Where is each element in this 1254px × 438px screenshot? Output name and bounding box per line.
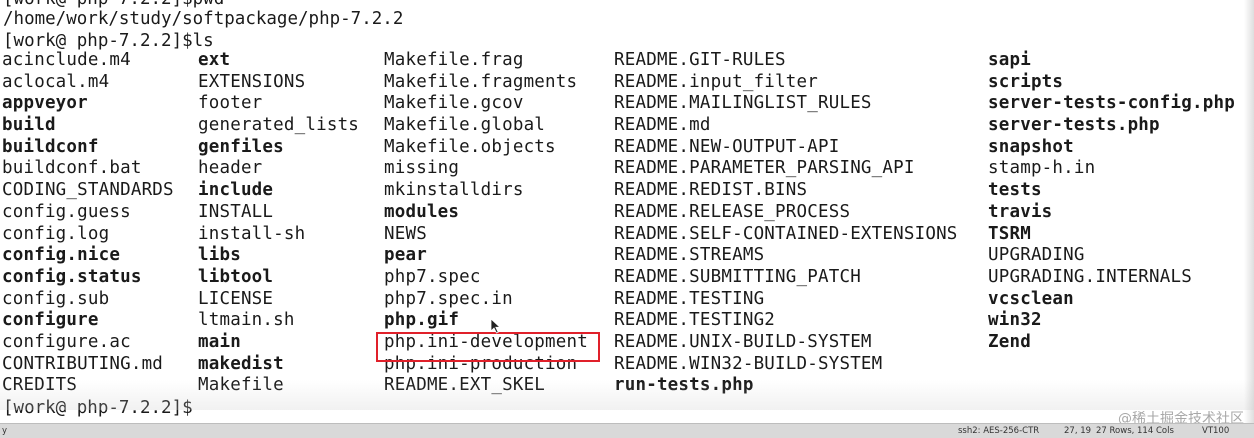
ls-entry-file: install-sh [198, 223, 306, 244]
status-encryption: ssh2: AES-256-CTR [958, 426, 1040, 436]
ls-entry-file: Makefile.global [384, 115, 546, 136]
ls-entry-dir: Zend [988, 331, 1031, 352]
ls-entry-file: buildconf.bat [2, 158, 142, 179]
ls-entry-dir: buildconf [2, 136, 99, 157]
ls-entry-dir: build [2, 115, 56, 136]
window-edge-shadow [1244, 0, 1254, 424]
ls-entry-dir: snapshot [988, 136, 1074, 157]
ls-entry-dir: modules [384, 201, 460, 222]
ls-entry-file: Makefile.objects [384, 136, 556, 157]
terminal-window[interactable]: [work@ php-7.2.2]$pwd /home/work/study/s… [0, 0, 1254, 424]
ls-entry-file: acinclude.m4 [2, 50, 131, 70]
status-bar: y ssh2: AES-256-CTR 27, 19 27 Rows, 114 … [0, 423, 1254, 438]
ls-entry-file: README.SELF-CONTAINED-EXTENSIONS [614, 223, 958, 244]
ls-entry-dir: include [198, 180, 274, 201]
ls-entry-dir: genfiles [198, 136, 284, 157]
ls-entry-dir: configure [2, 310, 99, 331]
ls-entry-dir: win32 [988, 310, 1042, 331]
ls-entry-file: README.STREAMS [614, 245, 765, 266]
ls-entry-file: stamp-h.in [988, 158, 1096, 179]
ls-entry-file: README.PARAMETER_PARSING_API [614, 158, 915, 179]
ls-entry-file: UPGRADING.INTERNALS [988, 266, 1192, 287]
ls-entry-dir: tests [988, 180, 1042, 201]
ls-entry-file: README.UNIX-BUILD-SYSTEM [614, 331, 872, 352]
ls-entry-dir: php.gif [384, 310, 460, 331]
ls-entry-file: README.md [614, 115, 711, 136]
ls-entry-file: php7.spec.in [384, 288, 513, 309]
ls-entry-file: INSTALL [198, 201, 274, 222]
ls-command-line: [work@ php-7.2.2]$ls [3, 31, 214, 51]
pwd-output: /home/work/study/softpackage/php-7.2.2 [3, 9, 404, 29]
ls-entry-file: CODING_STANDARDS [2, 180, 174, 201]
ls-entry-file: Makefile.fragments [384, 71, 578, 92]
ls-entry-file: config.guess [2, 201, 131, 222]
ls-entry-file: README.input_filter [614, 71, 818, 92]
status-terminal-type: VT100 [1202, 426, 1230, 436]
ls-entry-file: config.sub [2, 288, 110, 309]
ls-entry-file: LICENSE [198, 288, 274, 309]
ls-entry-file: UPGRADING [988, 245, 1085, 266]
ls-entry-file: NEWS [384, 223, 427, 244]
ls-entry-file: README.GIT-RULES [614, 50, 786, 70]
ls-column-5: sapi scripts server-tests-config.php server… [988, 50, 1235, 354]
ls-entry-file: config.log [2, 223, 110, 244]
ls-entry-file: footer [198, 93, 263, 114]
ls-entry-file: php7.spec [384, 266, 481, 287]
ls-entry-file: README.WIN32-BUILD-SYSTEM [614, 353, 883, 374]
ls-entry-file: Makefile.gcov [384, 93, 524, 114]
ls-entry-file: missing [384, 158, 460, 179]
mouse-pointer-icon [490, 318, 502, 334]
ls-entry-file: README.REDIST.BINS [614, 180, 808, 201]
ls-column-4: README.GIT-RULES README.input_filter READM… [614, 50, 958, 397]
ls-entry-file: README.TESTING [614, 288, 765, 309]
ls-entry-file: ltmain.sh [198, 310, 295, 331]
ls-entry-file: README.SUBMITTING_PATCH [614, 266, 861, 287]
ls-entry-dir: scripts [988, 71, 1064, 92]
ls-entry-dir: server-tests.php [988, 115, 1160, 136]
ls-entry-dir: ext [198, 50, 231, 70]
status-size: 27 Rows, 114 Cols [1096, 426, 1174, 436]
status-cursor-position: 27, 19 [1064, 426, 1092, 436]
ls-entry-dir: config.nice [2, 245, 121, 266]
ls-entry-file: README.NEW-OUTPUT-API [614, 136, 840, 157]
ls-entry-file: mkinstalldirs [384, 180, 524, 201]
ls-entry-file: generated_lists [198, 115, 360, 136]
ls-entry-dir: TSRM [988, 223, 1031, 244]
ls-entry-dir: server-tests-config.php [988, 93, 1235, 114]
ls-entry-dir: vcsclean [988, 288, 1074, 309]
ls-entry-dir: travis [988, 201, 1053, 222]
ls-entry-file: configure.ac [2, 331, 131, 352]
ls-entry-file: README.MAILINGLIST_RULES [614, 93, 872, 114]
ls-entry-dir: pear [384, 245, 427, 266]
ls-entry-file: Makefile.frag [384, 50, 524, 70]
status-left: y [2, 426, 8, 436]
ls-entry-file: README.TESTING2 [614, 310, 776, 331]
ls-entry-file: EXTENSIONS [198, 71, 306, 92]
ls-column-1: acinclude.m4 aclocal.m4 appveyor build build… [2, 50, 174, 397]
ls-entry-dir: libs [198, 245, 241, 266]
bottom-shade [0, 380, 1254, 410]
ls-entry-file: README.RELEASE_PROCESS [614, 201, 851, 222]
highlight-box [376, 332, 600, 362]
ls-entry-file: header [198, 158, 263, 179]
ls-entry-file: CONTRIBUTING.md [2, 353, 164, 374]
ls-entry-file: aclocal.m4 [2, 71, 110, 92]
prompt-line-cut: [work@ php-7.2.2]$pwd [3, 0, 224, 9]
ls-entry-dir: libtool [198, 266, 274, 287]
ls-entry-dir: makedist [198, 353, 284, 374]
ls-entry-dir: main [198, 331, 241, 352]
ls-entry-dir: config.status [2, 266, 142, 287]
ls-entry-dir: appveyor [2, 93, 88, 114]
ls-column-2: ext EXTENSIONS footer generated_lists genfil… [198, 50, 359, 397]
ls-entry-dir: sapi [988, 50, 1031, 70]
